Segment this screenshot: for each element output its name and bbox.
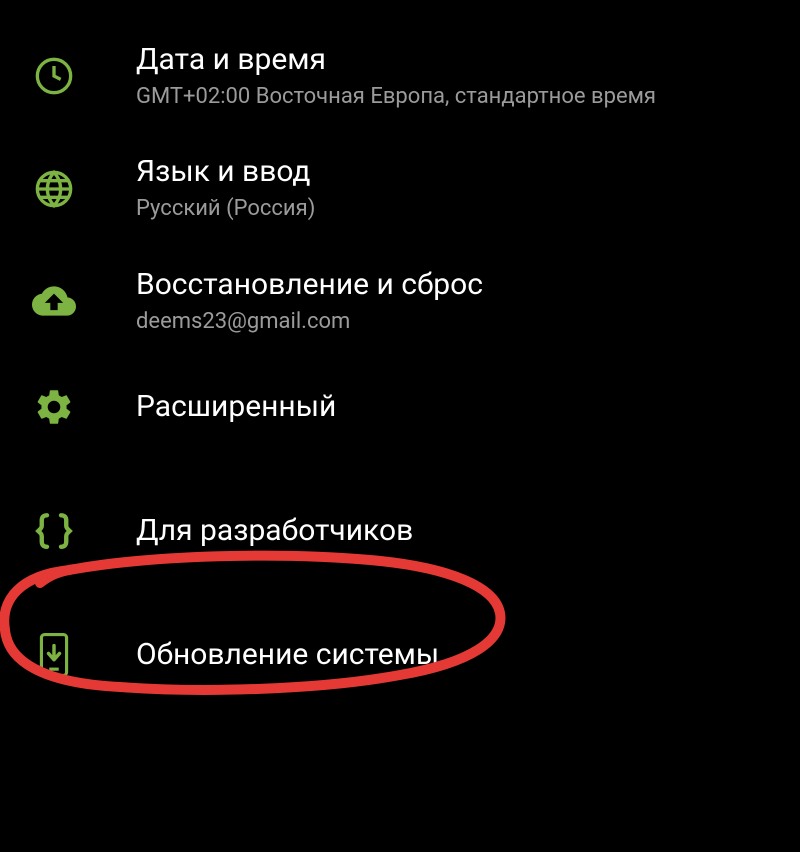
settings-item-title: Язык и ввод (136, 154, 315, 190)
settings-item-date-time[interactable]: Дата и время GMT+02:00 Восточная Европа,… (0, 20, 800, 132)
settings-item-subtitle: Русский (Россия) (136, 196, 315, 222)
settings-item-title: Обновление системы (136, 637, 439, 673)
settings-item-title: Дата и время (136, 42, 656, 78)
globe-icon (30, 165, 78, 213)
settings-item-title: Для разработчиков (136, 513, 413, 549)
settings-item-language[interactable]: Язык и ввод Русский (Россия) (0, 132, 800, 244)
braces-icon (30, 507, 78, 555)
settings-item-subtitle: deems23@gmail.com (136, 309, 483, 335)
cloud-upload-icon (30, 277, 78, 325)
settings-item-advanced[interactable]: Расширенный (0, 357, 800, 457)
settings-item-subtitle: GMT+02:00 Восточная Европа, стандартное … (136, 84, 656, 110)
clock-icon (30, 52, 78, 100)
settings-item-title: Расширенный (136, 389, 336, 425)
settings-item-title: Восстановление и сброс (136, 267, 483, 303)
settings-item-system-update[interactable]: Обновление системы (0, 605, 800, 705)
gear-icon (30, 383, 78, 431)
settings-list: Дата и время GMT+02:00 Восточная Европа,… (0, 0, 800, 705)
settings-item-developer[interactable]: Для разработчиков (0, 457, 800, 605)
system-update-icon (30, 631, 78, 679)
settings-item-backup-reset[interactable]: Восстановление и сброс deems23@gmail.com (0, 245, 800, 357)
